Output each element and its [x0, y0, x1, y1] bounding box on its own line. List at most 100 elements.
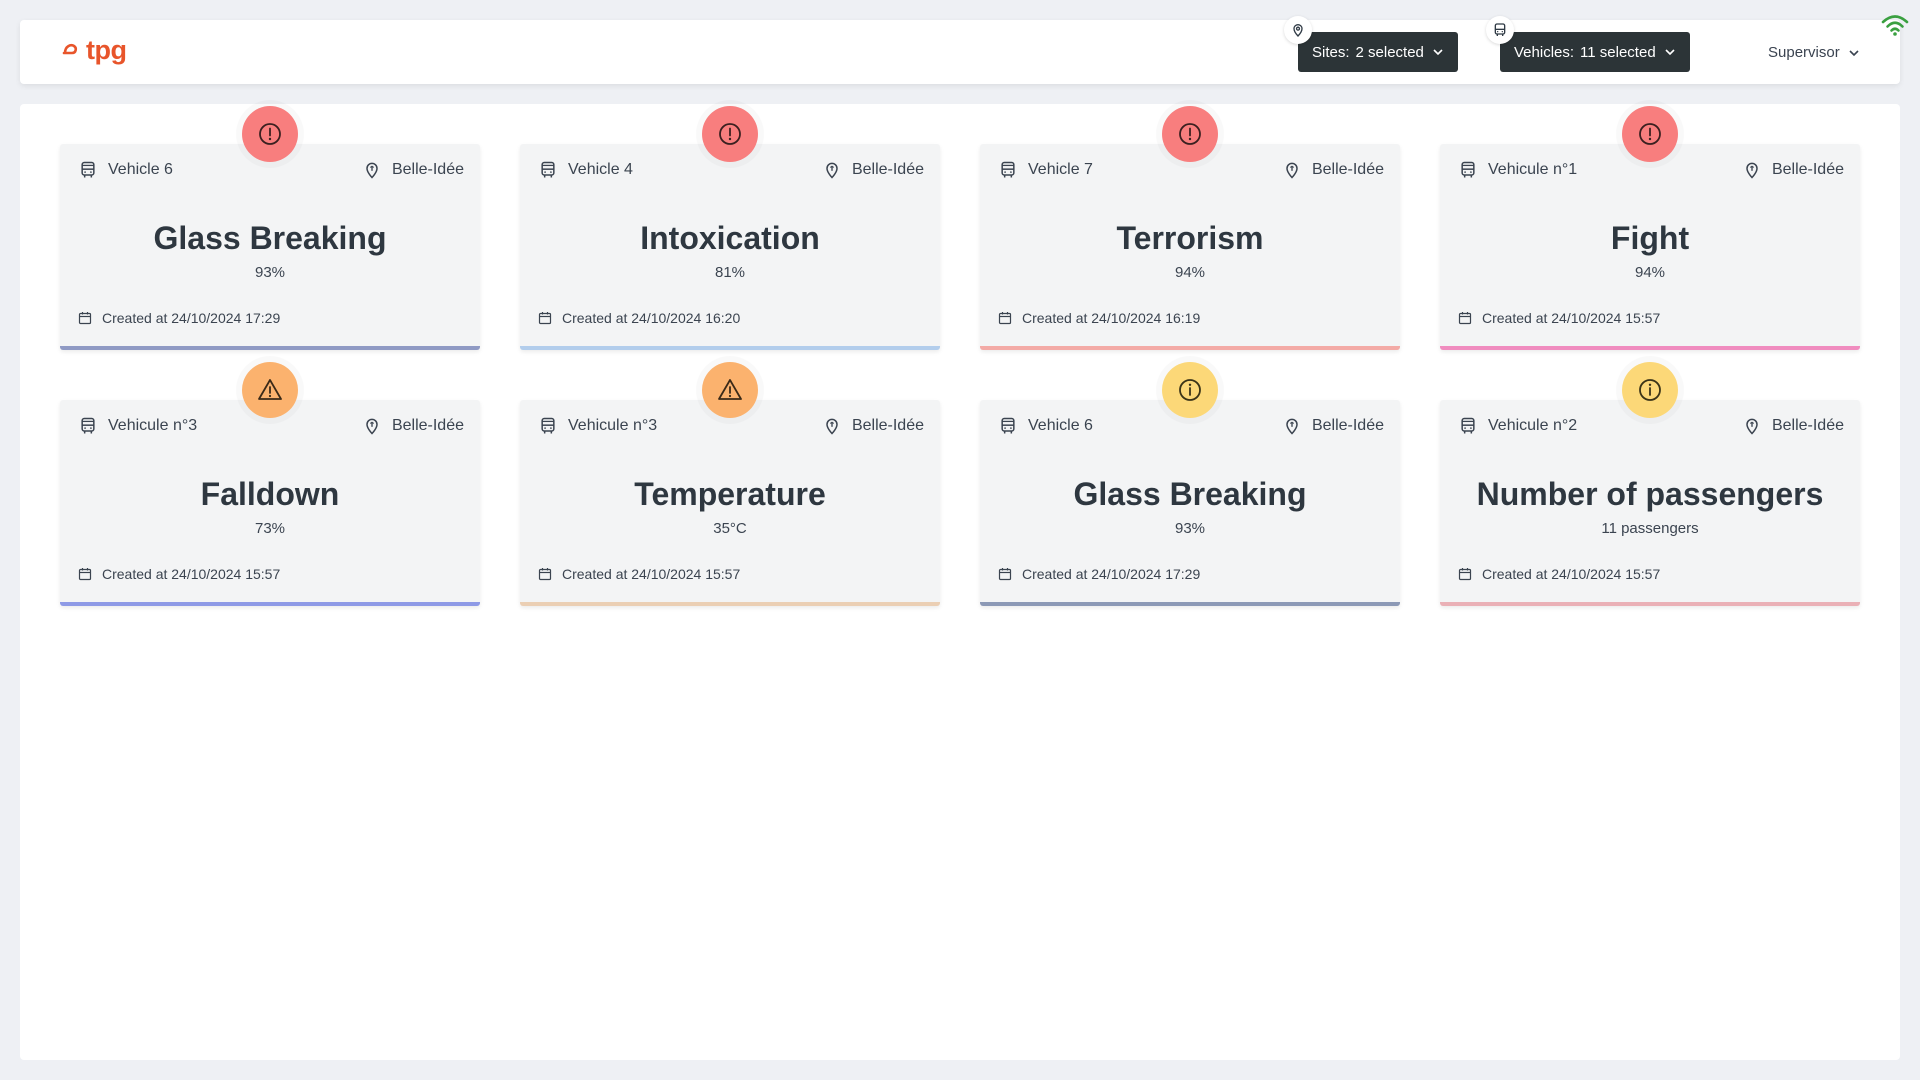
severity-badge [242, 106, 298, 162]
sites-filter-button[interactable]: Sites: 2 selected [1298, 32, 1458, 72]
calendar-icon [1458, 311, 1472, 325]
pin-icon [362, 160, 382, 180]
site-name: Belle-Idée [1771, 161, 1844, 178]
alert-value: 93% [1174, 520, 1206, 537]
vehicles-filter-value: 11 selected [1580, 43, 1656, 61]
exclamation-circle-icon [1636, 120, 1664, 148]
created-at-text: Created at 24/10/2024 16:20 [562, 310, 741, 326]
alert-card[interactable]: Vehicle 4 Belle-Idée Intoxication 81% Create… [520, 106, 940, 350]
site-name: Belle-Idée [391, 161, 464, 178]
alerts-panel: Vehicle 6 Belle-Idée Glass Breaking 93% Crea… [20, 104, 1900, 1060]
user-menu[interactable]: Supervisor [1768, 44, 1860, 61]
alert-value: 93% [254, 264, 286, 281]
vehicle-info: Vehicle 7 [998, 160, 1093, 180]
sites-filter-label: Sites: [1312, 43, 1350, 61]
calendar-icon [538, 567, 552, 581]
top-bar: tpg Sites: 2 selected Vehicles: 11 selec… [20, 16, 1900, 84]
pin-icon [1282, 416, 1302, 436]
bus-icon [538, 160, 558, 180]
severity-badge [702, 106, 758, 162]
alert-card[interactable]: Vehicule n°1 Belle-Idée Fight 94% Created at… [1440, 106, 1860, 350]
sites-filter: Sites: 2 selected [1284, 16, 1458, 72]
exclamation-circle-icon [716, 120, 744, 148]
exclamation-circle-icon [256, 120, 284, 148]
site-name: Belle-Idée [1311, 417, 1384, 434]
bus-icon [78, 160, 98, 180]
severity-accent-bar [520, 602, 940, 606]
alert-card[interactable]: Vehicle 6 Belle-Idée Glass Breaking 93% Crea… [60, 106, 480, 350]
warning-triangle-icon [256, 376, 284, 404]
vehicle-info: Vehicule n°3 [78, 416, 197, 436]
vehicle-info: Vehicle 6 [998, 416, 1093, 436]
created-at-text: Created at 24/10/2024 17:29 [102, 310, 281, 326]
alert-title: Intoxication [640, 220, 820, 256]
alert-card[interactable]: Vehicule n°3 Belle-Idée Falldown 73% Created… [60, 362, 480, 606]
severity-accent-bar [60, 346, 480, 350]
vehicles-filter-button[interactable]: Vehicles: 11 selected [1500, 32, 1690, 72]
user-role: Supervisor [1768, 44, 1840, 61]
created-at-text: Created at 24/10/2024 15:57 [102, 566, 281, 582]
chevron-down-icon [1849, 49, 1859, 56]
alert-title: Terrorism [1116, 220, 1264, 256]
site-info: Belle-Idée [1282, 416, 1384, 436]
created-at: Created at 24/10/2024 17:29 [998, 566, 1200, 582]
created-at-text: Created at 24/10/2024 15:57 [1482, 310, 1661, 326]
alert-title: Number of passengers [1476, 476, 1824, 512]
bus-icon [1458, 160, 1478, 180]
vehicle-name: Vehicule n°2 [1488, 417, 1578, 434]
vehicle-info: Vehicule n°1 [1458, 160, 1577, 180]
calendar-icon [998, 567, 1012, 581]
vehicles-filter-label: Vehicles: [1514, 43, 1575, 61]
calendar-icon [1458, 567, 1472, 581]
site-name: Belle-Idée [851, 161, 924, 178]
site-info: Belle-Idée [362, 416, 464, 436]
alert-card[interactable]: Vehicle 6 Belle-Idée Glass Breaking 93% Crea… [980, 362, 1400, 606]
vehicle-name: Vehicle 6 [1028, 417, 1093, 434]
brand-logo[interactable]: tpg [62, 34, 127, 66]
warning-triangle-icon [716, 376, 744, 404]
bus-icon [1486, 16, 1514, 44]
wifi-icon [1881, 15, 1909, 36]
severity-accent-bar [980, 602, 1400, 606]
info-circle-icon [1636, 376, 1664, 404]
created-at-text: Created at 24/10/2024 15:57 [1482, 566, 1661, 582]
bus-icon [998, 416, 1018, 436]
created-at: Created at 24/10/2024 15:57 [538, 566, 740, 582]
site-info: Belle-Idée [362, 160, 464, 180]
severity-badge [1162, 106, 1218, 162]
severity-badge [702, 362, 758, 418]
vehicle-name: Vehicule n°1 [1488, 161, 1578, 178]
calendar-icon [78, 567, 92, 581]
site-name: Belle-Idée [851, 417, 924, 434]
created-at-text: Created at 24/10/2024 17:29 [1022, 566, 1201, 582]
site-name: Belle-Idée [391, 417, 464, 434]
site-info: Belle-Idée [1742, 416, 1844, 436]
created-at-text: Created at 24/10/2024 16:19 [1022, 310, 1201, 326]
alert-value: 94% [1634, 264, 1666, 281]
created-at-text: Created at 24/10/2024 15:57 [562, 566, 741, 582]
vehicle-info: Vehicule n°3 [538, 416, 657, 436]
pin-icon [1742, 160, 1762, 180]
severity-accent-bar [520, 346, 940, 350]
pin-icon [822, 416, 842, 436]
alert-card[interactable]: Vehicule n°2 Belle-Idée Number of passenge… [1440, 362, 1860, 606]
site-info: Belle-Idée [1742, 160, 1844, 180]
pin-icon [1282, 160, 1302, 180]
alert-title: Temperature [634, 476, 826, 512]
alert-title: Fight [1610, 220, 1690, 256]
vehicle-name: Vehicule n°3 [108, 417, 198, 434]
chevron-down-icon [1665, 49, 1675, 56]
vehicle-name: Vehicle 6 [108, 161, 173, 178]
pin-icon [1284, 16, 1312, 44]
severity-accent-bar [60, 602, 480, 606]
vehicle-info: Vehicle 6 [78, 160, 173, 180]
exclamation-circle-icon [1176, 120, 1204, 148]
alert-value: 35°C [713, 520, 747, 537]
site-name: Belle-Idée [1771, 417, 1844, 434]
pin-icon [362, 416, 382, 436]
severity-accent-bar [980, 346, 1400, 350]
created-at: Created at 24/10/2024 15:57 [1458, 310, 1660, 326]
alert-card[interactable]: Vehicule n°3 Belle-Idée Temperature 35°C Cre… [520, 362, 940, 606]
bus-icon [998, 160, 1018, 180]
alert-card[interactable]: Vehicle 7 Belle-Idée Terrorism 94% Created a… [980, 106, 1400, 350]
